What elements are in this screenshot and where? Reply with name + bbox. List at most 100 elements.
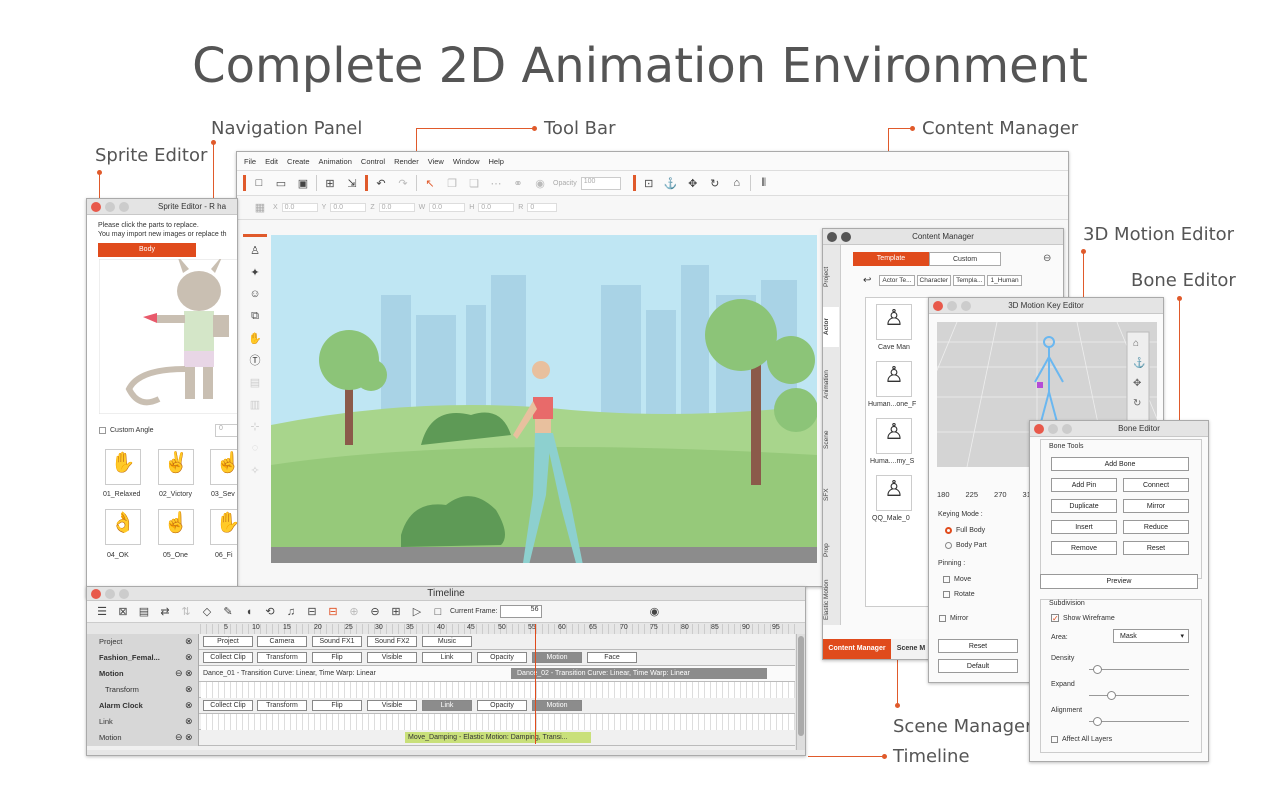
elastic-motion-clip[interactable]: Move_Damping - Elastic Motion: Damping, …	[405, 732, 591, 743]
expand-slider[interactable]	[1089, 691, 1189, 700]
export-icon[interactable]: ⇲	[343, 174, 361, 192]
full-body-radio[interactable]	[945, 527, 952, 534]
chip-opacity[interactable]: Opacity	[477, 700, 527, 711]
minimize-icon[interactable]	[947, 301, 957, 311]
close-icon[interactable]	[91, 589, 101, 599]
music-icon[interactable]: ♫	[282, 603, 300, 621]
template-item[interactable]: ♙	[876, 475, 912, 511]
menu-view[interactable]: View	[428, 157, 444, 170]
side-tab-sfx[interactable]: SFX	[823, 475, 839, 515]
stop-icon[interactable]: □	[429, 603, 447, 621]
custom-angle-checkbox[interactable]	[99, 427, 106, 434]
puppet-icon[interactable]: ✋	[246, 329, 264, 347]
track-alarm-clock[interactable]: Alarm Clock ⊗ Collect Clip Transform Fli…	[87, 698, 795, 714]
move-icon[interactable]: ✥	[684, 174, 702, 192]
link-icon[interactable]: ⚭	[509, 174, 527, 192]
home-icon[interactable]: ⌂	[1133, 338, 1139, 349]
new-file-icon[interactable]: □	[250, 174, 268, 192]
chip-flip[interactable]: Flip	[312, 700, 362, 711]
breadcrumb-1[interactable]: Actor Te...	[879, 275, 915, 286]
chip-face[interactable]: Face	[587, 652, 637, 663]
sprite-character-preview[interactable]	[99, 259, 238, 414]
menu-file[interactable]: File	[244, 157, 256, 170]
nav-item-8-icon[interactable]: ▥	[246, 395, 264, 413]
track-transform[interactable]: Transform ⊗	[87, 682, 795, 698]
hand-icon[interactable]: ✋	[105, 449, 141, 485]
expand-icon[interactable]: ⊖	[175, 732, 183, 743]
alignment-slider[interactable]	[1089, 717, 1189, 726]
audio-icon[interactable]: ◖	[240, 603, 258, 621]
record-icon[interactable]: ⊟	[324, 603, 342, 621]
loop-icon[interactable]: ⟲	[261, 603, 279, 621]
reset-button[interactable]: Reset	[1123, 541, 1189, 555]
sprite-icon[interactable]: ⧉	[246, 307, 264, 325]
side-tab-prop[interactable]: Prop	[823, 530, 839, 570]
tab-template[interactable]: Template	[853, 252, 929, 266]
field-r[interactable]: 0	[527, 203, 558, 212]
chip-link[interactable]: Link	[422, 652, 472, 663]
bone-icon[interactable]: ✦	[246, 263, 264, 281]
tab-scene-manager[interactable]: Scene M	[891, 639, 931, 659]
chip-sound-fx2[interactable]: Sound FX2	[367, 636, 417, 647]
nav-item-9-icon[interactable]: ⊹	[246, 417, 264, 435]
side-tab-scene[interactable]: Scene	[823, 420, 839, 460]
edit-icon[interactable]: ✎	[219, 603, 237, 621]
anchor-icon[interactable]: ⚓	[1133, 356, 1145, 369]
redo-icon[interactable]: ↷	[394, 174, 412, 192]
align-icon[interactable]: ⋯	[487, 174, 505, 192]
back-arrow-icon[interactable]: ↩	[863, 275, 871, 286]
zoom-out-icon[interactable]: ⊖	[366, 603, 384, 621]
mirror-checkbox[interactable]	[939, 615, 946, 622]
menu-edit[interactable]: Edit	[265, 157, 278, 170]
expand-slider-handle[interactable]	[1107, 691, 1116, 700]
nav-item-11-icon[interactable]: ✧	[246, 461, 264, 479]
side-tab-actor[interactable]: Actor	[823, 307, 839, 347]
hand-icon[interactable]: 👌	[105, 509, 141, 545]
move-icon[interactable]: ✥	[1133, 378, 1141, 389]
chip-link[interactable]: Link	[422, 700, 472, 711]
field-h[interactable]: 0.0	[478, 203, 515, 212]
zoom-icon[interactable]	[1062, 424, 1072, 434]
field-y[interactable]: 0.0	[330, 203, 367, 212]
track-list-icon[interactable]: ☰	[93, 603, 111, 621]
hand-icon[interactable]: ✋	[210, 509, 237, 545]
template-item[interactable]: ♙	[876, 361, 912, 397]
minimize-icon[interactable]	[841, 232, 851, 242]
insert-button[interactable]: Insert	[1051, 520, 1117, 534]
rotate-icon[interactable]: ↻	[706, 174, 724, 192]
field-z[interactable]: 0.0	[378, 203, 415, 212]
open-folder-icon[interactable]: ▭	[272, 174, 290, 192]
play-icon[interactable]: ▷	[408, 603, 426, 621]
field-w[interactable]: 0.0	[429, 203, 466, 212]
affect-all-layers-checkbox[interactable]	[1051, 736, 1058, 743]
nav-item-7-icon[interactable]: ▤	[246, 373, 264, 391]
chip-project[interactable]: Project	[203, 636, 253, 647]
body-part-radio[interactable]	[945, 542, 952, 549]
close-track-icon[interactable]: ⊗	[185, 684, 193, 695]
zoom-icon[interactable]	[119, 202, 129, 212]
close-track-icon[interactable]: ⊗	[185, 716, 193, 727]
undo-icon[interactable]: ↶	[372, 174, 390, 192]
key-track-row[interactable]	[201, 714, 795, 730]
chip-collect-clip[interactable]: Collect Clip	[203, 652, 253, 663]
duplicate-button[interactable]: Duplicate	[1051, 499, 1117, 513]
home-icon[interactable]: ⌂	[728, 174, 746, 192]
fit-icon[interactable]: ⊞	[387, 603, 405, 621]
zoom-icon[interactable]	[119, 589, 129, 599]
minimize-icon[interactable]	[105, 589, 115, 599]
chip-visible[interactable]: Visible	[367, 700, 417, 711]
chip-sound-fx1[interactable]: Sound FX1	[312, 636, 362, 647]
remove-button[interactable]: Remove	[1051, 541, 1117, 555]
chip-motion[interactable]: Motion	[532, 652, 582, 663]
expand-icon[interactable]: ⊖	[175, 668, 183, 679]
rotate-checkbox[interactable]	[943, 591, 950, 598]
close-icon[interactable]	[933, 301, 943, 311]
sort-icon[interactable]: ⇅	[177, 603, 195, 621]
move-checkbox[interactable]	[943, 576, 950, 583]
minimize-icon[interactable]	[105, 202, 115, 212]
delete-icon[interactable]: ⊠	[114, 603, 132, 621]
camera-icon[interactable]: ⊡	[640, 174, 658, 192]
connect-button[interactable]: Connect	[1123, 478, 1189, 492]
track-link[interactable]: Link ⊗	[87, 714, 795, 730]
rotate-icon[interactable]: ↻	[1133, 398, 1141, 409]
